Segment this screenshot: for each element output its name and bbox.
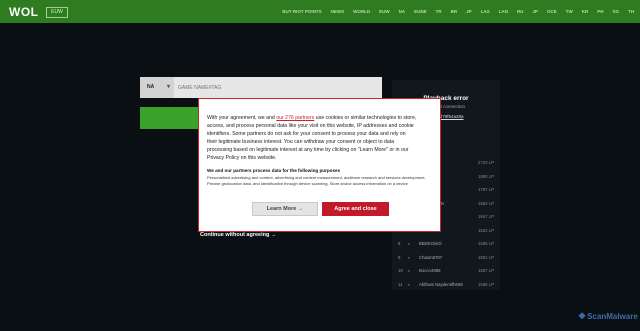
continue-without-agreeing-link[interactable]: Continue without agreeing →: [200, 232, 276, 238]
rank-number: 9: [398, 254, 401, 260]
watermark-text: ScanMalware: [587, 312, 638, 321]
purposes-text: Personalised advertising and content, ad…: [207, 175, 426, 186]
purposes-title: We and our partners process data for the…: [207, 168, 341, 173]
rank-trend-icon: ▸: [408, 268, 411, 273]
scanmalware-logo-icon: ❖: [578, 311, 587, 321]
rank-number: 10: [398, 268, 403, 273]
league-points: 1591 LP: [477, 254, 494, 260]
nav-item[interactable]: NEWS: [331, 9, 345, 14]
consent-text-start: With your agreement, we and: [207, 115, 277, 121]
nav-item[interactable]: LAS: [481, 9, 490, 14]
rank-trend-icon: ▸: [408, 281, 411, 287]
nav-item[interactable]: KR: [582, 9, 589, 14]
nav-item[interactable]: JP: [532, 9, 538, 14]
league-points: 1587 LP: [477, 268, 494, 273]
ranking-row[interactable]: 9 Chasm8787 1591 LP ▸: [398, 251, 494, 265]
nav-item[interactable]: EUW: [379, 9, 390, 14]
ranking-row[interactable]: 10 Boccn4988 1587 LP ▸: [398, 264, 494, 278]
player-name: Boccn4988: [419, 268, 441, 273]
cookie-consent-dialog: With your agreement, we and our 276 part…: [198, 98, 441, 232]
nav-item[interactable]: RU: [517, 9, 524, 14]
main-nav: BUY RIOT POINTS NEWS WORLD EUW NA EUNE TR BR JP L…: [282, 0, 634, 23]
league-points: 2720 LP: [477, 160, 494, 165]
league-points: 1586 LP: [477, 281, 494, 287]
league-points: 1667 LP: [477, 214, 494, 219]
league-points: 1797 LP: [477, 187, 494, 192]
nav-item[interactable]: NA: [399, 9, 406, 14]
site-logo[interactable]: WOL: [9, 5, 39, 19]
consent-text-rest: use cookies or similar technologies to s…: [207, 115, 417, 161]
summoner-search-bar: NA ▾: [140, 77, 382, 98]
partners-link[interactable]: our 276 partners: [276, 115, 314, 121]
player-name: Chasm8787: [419, 254, 443, 260]
nav-item[interactable]: EUNE: [414, 9, 427, 14]
player-name: BBDKOisOl: [419, 241, 442, 246]
region-select[interactable]: NA ▾: [140, 77, 174, 98]
summoner-search-input[interactable]: [178, 77, 378, 98]
watermark: ❖ScanMalware: [578, 311, 638, 322]
league-points: 1683 LP: [477, 200, 494, 206]
rank-trend-icon: ▸: [408, 254, 411, 260]
region-select-value: NA: [147, 84, 155, 90]
ranking-row[interactable]: 8 BBDKOisOl 1585 LP ▸: [398, 237, 494, 251]
nav-item[interactable]: TH: [628, 9, 634, 14]
nav-item[interactable]: WORLD: [353, 9, 370, 14]
nav-item[interactable]: OCE: [547, 9, 557, 14]
nav-item[interactable]: TR: [436, 9, 442, 14]
nav-item[interactable]: LAN: [499, 9, 508, 14]
rank-trend-icon: ▸: [408, 241, 411, 246]
nav-item[interactable]: PH: [597, 9, 603, 14]
rank-number: 8: [398, 241, 401, 246]
consent-text: With your agreement, we and our 276 part…: [207, 115, 417, 162]
top-navigation-bar: WOL EUW BUY RIOT POINTS NEWS WORLD EUW NA EUN…: [0, 0, 640, 23]
rank-number: 11: [398, 281, 403, 287]
player-name: Afdfou5 Naydentifh698: [419, 281, 463, 287]
chevron-down-icon: ▾: [166, 84, 170, 90]
agree-and-close-button[interactable]: Agree and close: [322, 202, 389, 216]
nav-item[interactable]: JP: [466, 9, 472, 14]
learn-more-button[interactable]: Learn More →: [252, 202, 318, 216]
league-points: 1585 LP: [477, 241, 494, 246]
league-points: 1622 LP: [477, 227, 494, 233]
league-points: 1890 LP: [477, 173, 494, 179]
nav-item[interactable]: TW: [566, 9, 573, 14]
nav-item[interactable]: BUY RIOT POINTS: [282, 9, 321, 14]
ranking-row[interactable]: 11 Afdfou5 Naydentifh698 1586 LP ▸: [398, 278, 494, 292]
nav-item[interactable]: SG: [612, 9, 619, 14]
region-button[interactable]: EUW: [46, 7, 68, 18]
nav-item[interactable]: BR: [451, 9, 458, 14]
